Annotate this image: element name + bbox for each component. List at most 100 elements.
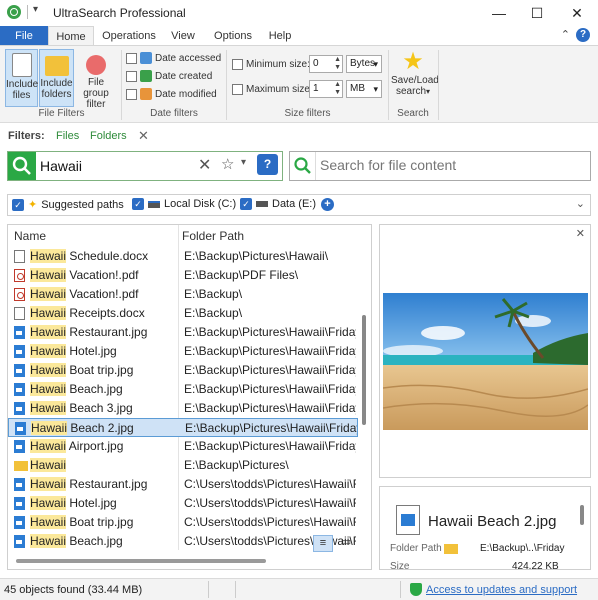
shield-check-icon <box>410 583 422 596</box>
table-row[interactable]: Hawaii Restaurant.jpg E:\Backup\Pictures\… <box>8 323 358 342</box>
column-header-folder-path[interactable]: Folder Path <box>182 229 244 243</box>
minimum-size-unit-select[interactable]: Bytes <box>346 55 382 73</box>
minimum-size-stepper[interactable]: 0 ▲ ▼ <box>309 55 343 73</box>
filter-chip-folders[interactable]: Folders <box>90 130 127 142</box>
clear-filters-close-icon[interactable]: ✕ <box>138 128 149 144</box>
match-highlight: Hawaii <box>30 363 67 377</box>
search-icon[interactable] <box>8 152 36 180</box>
filters-bar: Filters: Files Folders ✕ <box>0 124 598 150</box>
table-row[interactable]: Hawaii Restaurant.jpg C:\Users\todds\Pict… <box>8 475 358 494</box>
table-row[interactable]: Hawaii Vacation!.pdf E:\Backup\ <box>8 285 358 304</box>
content-search-icon[interactable] <box>290 152 316 180</box>
search-box[interactable]: Hawaii ✕ ☆ ▾ <box>7 151 283 181</box>
close-button[interactable]: ✕ <box>565 2 589 24</box>
table-row[interactable]: Hawaii Boat trip.jpg E:\Backup\Pictures\H… <box>8 361 358 380</box>
stepper-arrows-icon[interactable]: ▲ ▼ <box>334 81 341 97</box>
row-file-name: Hawaii <box>30 458 67 472</box>
column-header-name[interactable]: Name <box>14 229 46 243</box>
row-folder-path: E:\Backup\Pictures\Hawaii\Friday\ <box>185 421 357 435</box>
favorite-star-icon[interactable]: ☆ <box>221 155 234 173</box>
checkbox-checked-icon[interactable]: ✓ <box>12 198 24 211</box>
info-scrollbar[interactable] <box>580 505 584 525</box>
tab-help[interactable]: Help <box>262 26 298 46</box>
details-view-icon[interactable]: ≡ <box>313 535 333 552</box>
row-folder-path: E:\Backup\Pictures\Hawaii\ <box>184 249 329 263</box>
table-row[interactable]: Hawaii Schedule.docx E:\Backup\Pictures\H… <box>8 247 358 266</box>
size-value: 424.22 KB <box>512 561 559 570</box>
minimum-size-checkbox[interactable] <box>232 59 243 70</box>
table-row[interactable]: Hawaii Receipts.docx E:\Backup\ <box>8 304 358 323</box>
date-accessed-row[interactable]: Date accessed <box>126 52 221 64</box>
add-plus-icon[interactable]: + <box>321 198 334 211</box>
tab-file[interactable]: File <box>0 26 48 46</box>
file-name-rest: Beach.jpg <box>66 534 123 548</box>
updates-support-link[interactable]: Access to updates and support <box>426 584 577 596</box>
date-accessed-checkbox[interactable] <box>126 52 137 64</box>
horizontal-scrollbar[interactable] <box>16 559 266 563</box>
stepper-arrows-icon[interactable]: ▲ ▼ <box>334 56 341 72</box>
checkbox-checked-icon[interactable]: ✓ <box>240 198 252 210</box>
content-search-box[interactable] <box>289 151 591 181</box>
jpg-file-icon <box>14 383 25 396</box>
maximize-button[interactable]: ☐ <box>525 2 549 24</box>
save-load-search-button[interactable]: ★ Save/Load search▾ <box>391 49 439 107</box>
file-name-rest: Vacation!.pdf <box>66 268 139 282</box>
jpg-file-icon <box>14 535 25 548</box>
maximum-size-checkbox[interactable] <box>232 84 243 95</box>
table-row[interactable]: Hawaii Beach.jpg E:\Backup\Pictures\Hawai… <box>8 380 358 399</box>
add-location-button[interactable]: + <box>321 198 334 211</box>
maximum-size-unit-select[interactable]: MB <box>346 80 382 98</box>
table-row[interactable]: Hawaii E:\Backup\Pictures\ <box>8 456 358 475</box>
tab-operations[interactable]: Operations <box>100 26 158 46</box>
row-folder-path: C:\Users\todds\Pictures\Hawaii\Friday\ <box>184 515 356 529</box>
clear-search-icon[interactable]: ✕ <box>198 155 211 175</box>
date-modified-checkbox[interactable] <box>126 88 137 100</box>
quick-access-dropdown-icon[interactable]: ▾ <box>33 4 38 15</box>
collapse-ribbon-icon[interactable]: ⌃ <box>561 28 570 41</box>
search-help-button[interactable]: ? <box>257 154 278 175</box>
preview-pane-icon[interactable]: ▭ <box>336 535 356 552</box>
tab-home[interactable]: Home <box>48 26 94 46</box>
include-folders-button[interactable]: Include folders <box>39 49 74 107</box>
location-local-disk-c[interactable]: ✓ Local Disk (C:) <box>132 198 236 210</box>
file-name-rest: Vacation!.pdf <box>66 287 139 301</box>
date-modified-row[interactable]: Date modified <box>126 88 217 100</box>
table-row[interactable]: Hawaii Beach 3.jpg E:\Backup\Pictures\Haw… <box>8 399 358 418</box>
scrollbar-thumb[interactable] <box>362 315 366 425</box>
maximum-size-stepper[interactable]: 1 ▲ ▼ <box>309 80 343 98</box>
table-row[interactable]: Hawaii Beach.jpg C:\Users\todds\Pictures\… <box>8 532 358 551</box>
maximum-size-row[interactable]: Maximum size: <box>232 84 313 95</box>
results-list[interactable]: Name Folder Path Hawaii Schedule.docx E:\… <box>7 224 372 570</box>
content-search-input[interactable] <box>320 157 580 173</box>
close-preview-icon[interactable]: ✕ <box>576 227 585 240</box>
include-files-button[interactable]: Include files <box>5 49 38 107</box>
folder-path-value[interactable]: E:\Backup\..\Friday <box>480 543 564 554</box>
location-data-e[interactable]: ✓ Data (E:) <box>240 198 316 210</box>
table-row[interactable]: Hawaii Hotel.jpg E:\Backup\Pictures\Hawai… <box>8 342 358 361</box>
beach-image-preview <box>383 293 588 430</box>
minimize-button[interactable]: — <box>487 2 511 24</box>
table-row[interactable]: Hawaii Beach 2.jpg E:\Backup\Pictures\Haw… <box>8 418 358 437</box>
chevron-down-icon[interactable]: ⌄ <box>576 197 585 210</box>
search-history-dropdown-icon[interactable]: ▾ <box>241 157 246 168</box>
vertical-scrollbar[interactable] <box>360 245 368 557</box>
tab-view[interactable]: View <box>163 26 203 46</box>
table-row[interactable]: Hawaii Vacation!.pdf E:\Backup\PDF Files\ <box>8 266 358 285</box>
date-created-checkbox[interactable] <box>126 70 137 82</box>
table-row[interactable]: Hawaii Airport.jpg E:\Backup\Pictures\Haw… <box>8 437 358 456</box>
match-highlight: Hawaii <box>30 534 67 548</box>
help-circle-icon[interactable]: ? <box>576 28 590 42</box>
match-highlight: Hawaii <box>30 287 67 301</box>
file-group-filter-button[interactable]: File group filter <box>75 49 117 110</box>
filter-chip-files[interactable]: Files <box>56 130 79 142</box>
search-input[interactable]: Hawaii <box>40 158 82 174</box>
preview-pane: ✕ <box>379 224 591 478</box>
date-created-row[interactable]: Date created <box>126 70 212 82</box>
row-folder-path: E:\Backup\Pictures\Hawaii\Friday\ <box>184 439 356 453</box>
table-row[interactable]: Hawaii Hotel.jpg C:\Users\todds\Pictures\… <box>8 494 358 513</box>
location-suggested-paths[interactable]: ✓ ✦ Suggested paths <box>12 198 124 211</box>
checkbox-checked-icon[interactable]: ✓ <box>132 198 144 210</box>
minimum-size-row[interactable]: Minimum size: <box>232 59 310 70</box>
table-row[interactable]: Hawaii Boat trip.jpg C:\Users\todds\Pictu… <box>8 513 358 532</box>
tab-options[interactable]: Options <box>210 26 256 46</box>
